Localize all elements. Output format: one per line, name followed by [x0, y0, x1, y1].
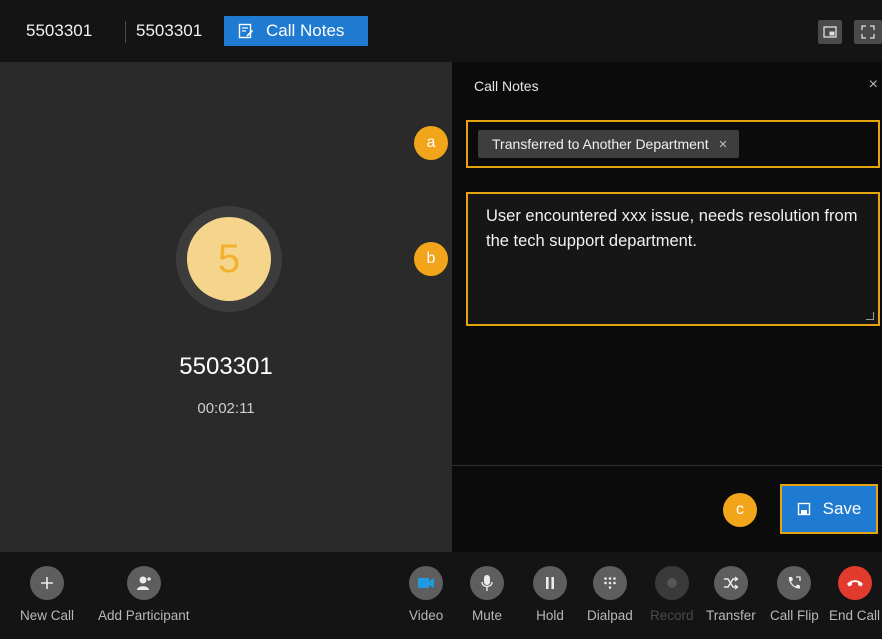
tab-call-notes[interactable]: Call Notes [224, 16, 368, 46]
picture-in-picture-icon [823, 26, 837, 38]
call-flip-button[interactable]: Call Flip [770, 566, 819, 623]
call-flip-label: Call Flip [770, 608, 819, 623]
pause-icon [533, 566, 567, 600]
note-tag-label: Transferred to Another Department [492, 136, 709, 152]
avatar-ring: 5 [176, 206, 282, 312]
panel-divider [452, 465, 882, 466]
microphone-icon [470, 566, 504, 600]
video-label: Video [409, 608, 444, 623]
call-flip-icon [777, 566, 812, 600]
note-tag-selector[interactable]: Transferred to Another Department × [466, 120, 880, 168]
close-icon[interactable]: × [869, 76, 878, 94]
save-icon [797, 502, 810, 516]
tab-divider [125, 21, 126, 43]
transfer-icon [713, 566, 748, 600]
note-tag: Transferred to Another Department × [478, 130, 740, 158]
annotation-marker-c: c [723, 493, 757, 527]
transfer-button[interactable]: Transfer [706, 566, 756, 623]
hold-button[interactable]: Hold [533, 566, 567, 623]
dialpad-label: Dialpad [587, 608, 633, 623]
notes-panel-title: Call Notes [474, 78, 539, 94]
picture-in-picture-button[interactable] [818, 20, 842, 44]
note-text: User encountered xxx issue, needs resolu… [486, 207, 858, 250]
call-notes-panel: Call Notes × Transferred to Another Depa… [452, 62, 882, 552]
fullscreen-button[interactable] [854, 20, 882, 44]
note-textarea[interactable]: User encountered xxx issue, needs resolu… [466, 192, 880, 326]
dialpad-button[interactable]: Dialpad [587, 566, 633, 623]
note-edit-icon [238, 23, 254, 39]
fullscreen-icon [861, 25, 875, 39]
transfer-label: Transfer [706, 608, 756, 623]
save-button-label: Save [822, 499, 862, 518]
video-camera-icon [409, 566, 444, 600]
call-toolbar: New Call Add Participant Video Mute Hold [0, 552, 882, 639]
annotation-marker-b: b [414, 242, 448, 276]
add-participant-button[interactable]: Add Participant [98, 566, 190, 623]
caller-number: 5503301 [179, 353, 273, 380]
end-call-label: End Call [829, 608, 881, 623]
hold-label: Hold [536, 608, 564, 623]
tab-call-notes-label: Call Notes [266, 21, 345, 40]
add-participant-label: Add Participant [98, 608, 190, 623]
mute-button[interactable]: Mute [470, 566, 504, 623]
caller-tab[interactable]: 5503301 [26, 16, 92, 46]
caller-avatar: 5 [187, 217, 271, 301]
new-call-label: New Call [20, 608, 75, 623]
add-user-icon [126, 566, 161, 600]
mute-label: Mute [471, 608, 502, 623]
remove-tag-icon[interactable]: × [719, 136, 728, 153]
top-bar: 5503301 5503301 Call Notes [0, 0, 882, 62]
video-button[interactable]: Video [409, 566, 443, 623]
caller-tab-secondary[interactable]: 5503301 [136, 16, 202, 46]
record-icon [654, 566, 689, 600]
end-call-button[interactable]: End Call [829, 566, 880, 623]
call-area: 5 5503301 00:02:11 [0, 62, 452, 552]
record-label: Record [650, 608, 694, 623]
annotation-marker-a: a [414, 126, 448, 160]
dialpad-icon [592, 566, 627, 600]
new-call-button[interactable]: New Call [20, 566, 74, 623]
save-button[interactable]: Save [780, 484, 878, 534]
hang-up-icon [837, 566, 872, 600]
record-button[interactable]: Record [650, 566, 694, 623]
call-duration: 00:02:11 [197, 400, 255, 417]
plus-icon [30, 566, 64, 600]
resize-handle-icon[interactable] [866, 312, 874, 320]
